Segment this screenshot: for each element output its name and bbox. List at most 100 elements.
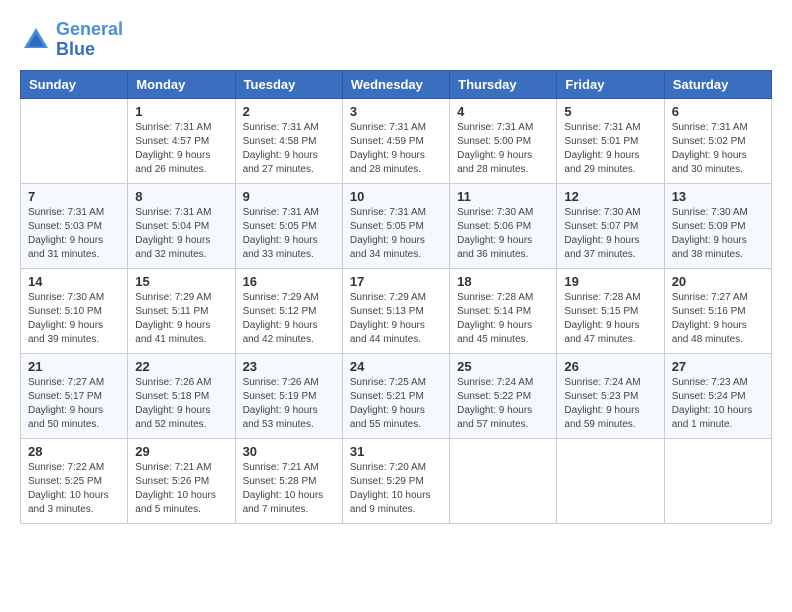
calendar-cell: 21 Sunrise: 7:27 AM Sunset: 5:17 PM Dayli… bbox=[21, 353, 128, 438]
day-number: 2 bbox=[243, 104, 335, 119]
day-number: 8 bbox=[135, 189, 227, 204]
calendar-cell: 14 Sunrise: 7:30 AM Sunset: 5:10 PM Dayli… bbox=[21, 268, 128, 353]
day-info: Sunrise: 7:26 AM Sunset: 5:18 PM Dayligh… bbox=[135, 376, 227, 432]
day-info: Sunrise: 7:22 AM Sunset: 5:25 PM Dayligh… bbox=[28, 461, 120, 517]
calendar-cell bbox=[450, 438, 557, 523]
calendar-cell: 29 Sunrise: 7:21 AM Sunset: 5:26 PM Dayli… bbox=[128, 438, 235, 523]
weekday-header-sunday: Sunday bbox=[21, 70, 128, 98]
calendar-cell: 13Sunrise: 7:30 AM Sunset: 5:09 PM Dayli… bbox=[664, 183, 771, 268]
calendar-cell: 5Sunrise: 7:31 AM Sunset: 5:01 PM Daylig… bbox=[557, 98, 664, 183]
calendar-cell: 4 Sunrise: 7:31 AM Sunset: 5:00 PM Daylig… bbox=[450, 98, 557, 183]
day-info: Sunrise: 7:31 AM Sunset: 5:02 PM Dayligh… bbox=[672, 121, 764, 177]
day-info: Sunrise: 7:31 AM Sunset: 5:05 PM Dayligh… bbox=[243, 206, 335, 262]
day-number: 21 bbox=[28, 359, 120, 374]
calendar-cell: 6Sunrise: 7:31 AM Sunset: 5:02 PM Daylig… bbox=[664, 98, 771, 183]
weekday-header-row: SundayMondayTuesdayWednesdayThursdayFrid… bbox=[21, 70, 772, 98]
day-number: 9 bbox=[243, 189, 335, 204]
day-info: Sunrise: 7:21 AM Sunset: 5:28 PM Dayligh… bbox=[243, 461, 335, 517]
day-info: Sunrise: 7:30 AM Sunset: 5:09 PM Dayligh… bbox=[672, 206, 764, 262]
day-info: Sunrise: 7:21 AM Sunset: 5:26 PM Dayligh… bbox=[135, 461, 227, 517]
weekday-header-friday: Friday bbox=[557, 70, 664, 98]
day-number: 3 bbox=[350, 104, 442, 119]
calendar-cell: 19 Sunrise: 7:28 AM Sunset: 5:15 PM Dayli… bbox=[557, 268, 664, 353]
calendar-cell: 23Sunrise: 7:26 AM Sunset: 5:19 PM Dayli… bbox=[235, 353, 342, 438]
day-number: 19 bbox=[564, 274, 656, 289]
logo-icon bbox=[20, 24, 52, 56]
calendar-cell: 1 Sunrise: 7:31 AM Sunset: 4:57 PM Daylig… bbox=[128, 98, 235, 183]
day-info: Sunrise: 7:31 AM Sunset: 4:57 PM Dayligh… bbox=[135, 121, 227, 177]
day-number: 22 bbox=[135, 359, 227, 374]
calendar-cell: 2Sunrise: 7:31 AM Sunset: 4:58 PM Daylig… bbox=[235, 98, 342, 183]
week-row-4: 21 Sunrise: 7:27 AM Sunset: 5:17 PM Dayli… bbox=[21, 353, 772, 438]
page-header: General Blue bbox=[20, 20, 772, 60]
day-info: Sunrise: 7:31 AM Sunset: 5:04 PM Dayligh… bbox=[135, 206, 227, 262]
calendar-cell: 10 Sunrise: 7:31 AM Sunset: 5:05 PM Dayli… bbox=[342, 183, 449, 268]
calendar-cell: 26 Sunrise: 7:24 AM Sunset: 5:23 PM Dayli… bbox=[557, 353, 664, 438]
calendar-cell: 11Sunrise: 7:30 AM Sunset: 5:06 PM Dayli… bbox=[450, 183, 557, 268]
day-number: 17 bbox=[350, 274, 442, 289]
calendar-table: SundayMondayTuesdayWednesdayThursdayFrid… bbox=[20, 70, 772, 524]
day-number: 11 bbox=[457, 189, 549, 204]
calendar-cell: 12 Sunrise: 7:30 AM Sunset: 5:07 PM Dayli… bbox=[557, 183, 664, 268]
day-number: 31 bbox=[350, 444, 442, 459]
calendar-cell: 17 Sunrise: 7:29 AM Sunset: 5:13 PM Dayli… bbox=[342, 268, 449, 353]
calendar-cell: 18Sunrise: 7:28 AM Sunset: 5:14 PM Dayli… bbox=[450, 268, 557, 353]
calendar-cell bbox=[557, 438, 664, 523]
logo-text: General Blue bbox=[56, 20, 123, 60]
calendar-cell: 8 Sunrise: 7:31 AM Sunset: 5:04 PM Daylig… bbox=[128, 183, 235, 268]
day-number: 5 bbox=[564, 104, 656, 119]
day-number: 20 bbox=[672, 274, 764, 289]
day-number: 1 bbox=[135, 104, 227, 119]
day-info: Sunrise: 7:27 AM Sunset: 5:17 PM Dayligh… bbox=[28, 376, 120, 432]
day-info: Sunrise: 7:29 AM Sunset: 5:13 PM Dayligh… bbox=[350, 291, 442, 347]
weekday-header-wednesday: Wednesday bbox=[342, 70, 449, 98]
day-number: 27 bbox=[672, 359, 764, 374]
day-info: Sunrise: 7:31 AM Sunset: 5:03 PM Dayligh… bbox=[28, 206, 120, 262]
day-number: 10 bbox=[350, 189, 442, 204]
calendar-cell: 15 Sunrise: 7:29 AM Sunset: 5:11 PM Dayli… bbox=[128, 268, 235, 353]
calendar-cell: 20 Sunrise: 7:27 AM Sunset: 5:16 PM Dayli… bbox=[664, 268, 771, 353]
calendar-cell: 3 Sunrise: 7:31 AM Sunset: 4:59 PM Daylig… bbox=[342, 98, 449, 183]
day-number: 30 bbox=[243, 444, 335, 459]
calendar-cell bbox=[21, 98, 128, 183]
calendar-cell: 22 Sunrise: 7:26 AM Sunset: 5:18 PM Dayli… bbox=[128, 353, 235, 438]
day-info: Sunrise: 7:28 AM Sunset: 5:15 PM Dayligh… bbox=[564, 291, 656, 347]
day-info: Sunrise: 7:29 AM Sunset: 5:12 PM Dayligh… bbox=[243, 291, 335, 347]
calendar-cell: 24 Sunrise: 7:25 AM Sunset: 5:21 PM Dayli… bbox=[342, 353, 449, 438]
calendar-cell: 25Sunrise: 7:24 AM Sunset: 5:22 PM Dayli… bbox=[450, 353, 557, 438]
calendar-cell: 7 Sunrise: 7:31 AM Sunset: 5:03 PM Daylig… bbox=[21, 183, 128, 268]
calendar-cell: 31Sunrise: 7:20 AM Sunset: 5:29 PM Dayli… bbox=[342, 438, 449, 523]
week-row-2: 7 Sunrise: 7:31 AM Sunset: 5:03 PM Daylig… bbox=[21, 183, 772, 268]
day-info: Sunrise: 7:28 AM Sunset: 5:14 PM Dayligh… bbox=[457, 291, 549, 347]
calendar-cell bbox=[664, 438, 771, 523]
weekday-header-saturday: Saturday bbox=[664, 70, 771, 98]
day-info: Sunrise: 7:24 AM Sunset: 5:23 PM Dayligh… bbox=[564, 376, 656, 432]
weekday-header-tuesday: Tuesday bbox=[235, 70, 342, 98]
day-info: Sunrise: 7:31 AM Sunset: 5:05 PM Dayligh… bbox=[350, 206, 442, 262]
day-number: 26 bbox=[564, 359, 656, 374]
day-info: Sunrise: 7:23 AM Sunset: 5:24 PM Dayligh… bbox=[672, 376, 764, 432]
day-info: Sunrise: 7:30 AM Sunset: 5:07 PM Dayligh… bbox=[564, 206, 656, 262]
calendar-cell: 30 Sunrise: 7:21 AM Sunset: 5:28 PM Dayli… bbox=[235, 438, 342, 523]
day-number: 29 bbox=[135, 444, 227, 459]
day-number: 15 bbox=[135, 274, 227, 289]
weekday-header-monday: Monday bbox=[128, 70, 235, 98]
logo: General Blue bbox=[20, 20, 123, 60]
day-info: Sunrise: 7:31 AM Sunset: 4:59 PM Dayligh… bbox=[350, 121, 442, 177]
day-number: 12 bbox=[564, 189, 656, 204]
calendar-cell: 9 Sunrise: 7:31 AM Sunset: 5:05 PM Daylig… bbox=[235, 183, 342, 268]
day-info: Sunrise: 7:24 AM Sunset: 5:22 PM Dayligh… bbox=[457, 376, 549, 432]
day-number: 28 bbox=[28, 444, 120, 459]
day-number: 4 bbox=[457, 104, 549, 119]
day-info: Sunrise: 7:26 AM Sunset: 5:19 PM Dayligh… bbox=[243, 376, 335, 432]
day-number: 7 bbox=[28, 189, 120, 204]
week-row-1: 1 Sunrise: 7:31 AM Sunset: 4:57 PM Daylig… bbox=[21, 98, 772, 183]
day-info: Sunrise: 7:30 AM Sunset: 5:10 PM Dayligh… bbox=[28, 291, 120, 347]
day-info: Sunrise: 7:27 AM Sunset: 5:16 PM Dayligh… bbox=[672, 291, 764, 347]
day-number: 14 bbox=[28, 274, 120, 289]
day-info: Sunrise: 7:29 AM Sunset: 5:11 PM Dayligh… bbox=[135, 291, 227, 347]
day-info: Sunrise: 7:25 AM Sunset: 5:21 PM Dayligh… bbox=[350, 376, 442, 432]
day-number: 24 bbox=[350, 359, 442, 374]
weekday-header-thursday: Thursday bbox=[450, 70, 557, 98]
day-info: Sunrise: 7:31 AM Sunset: 5:00 PM Dayligh… bbox=[457, 121, 549, 177]
